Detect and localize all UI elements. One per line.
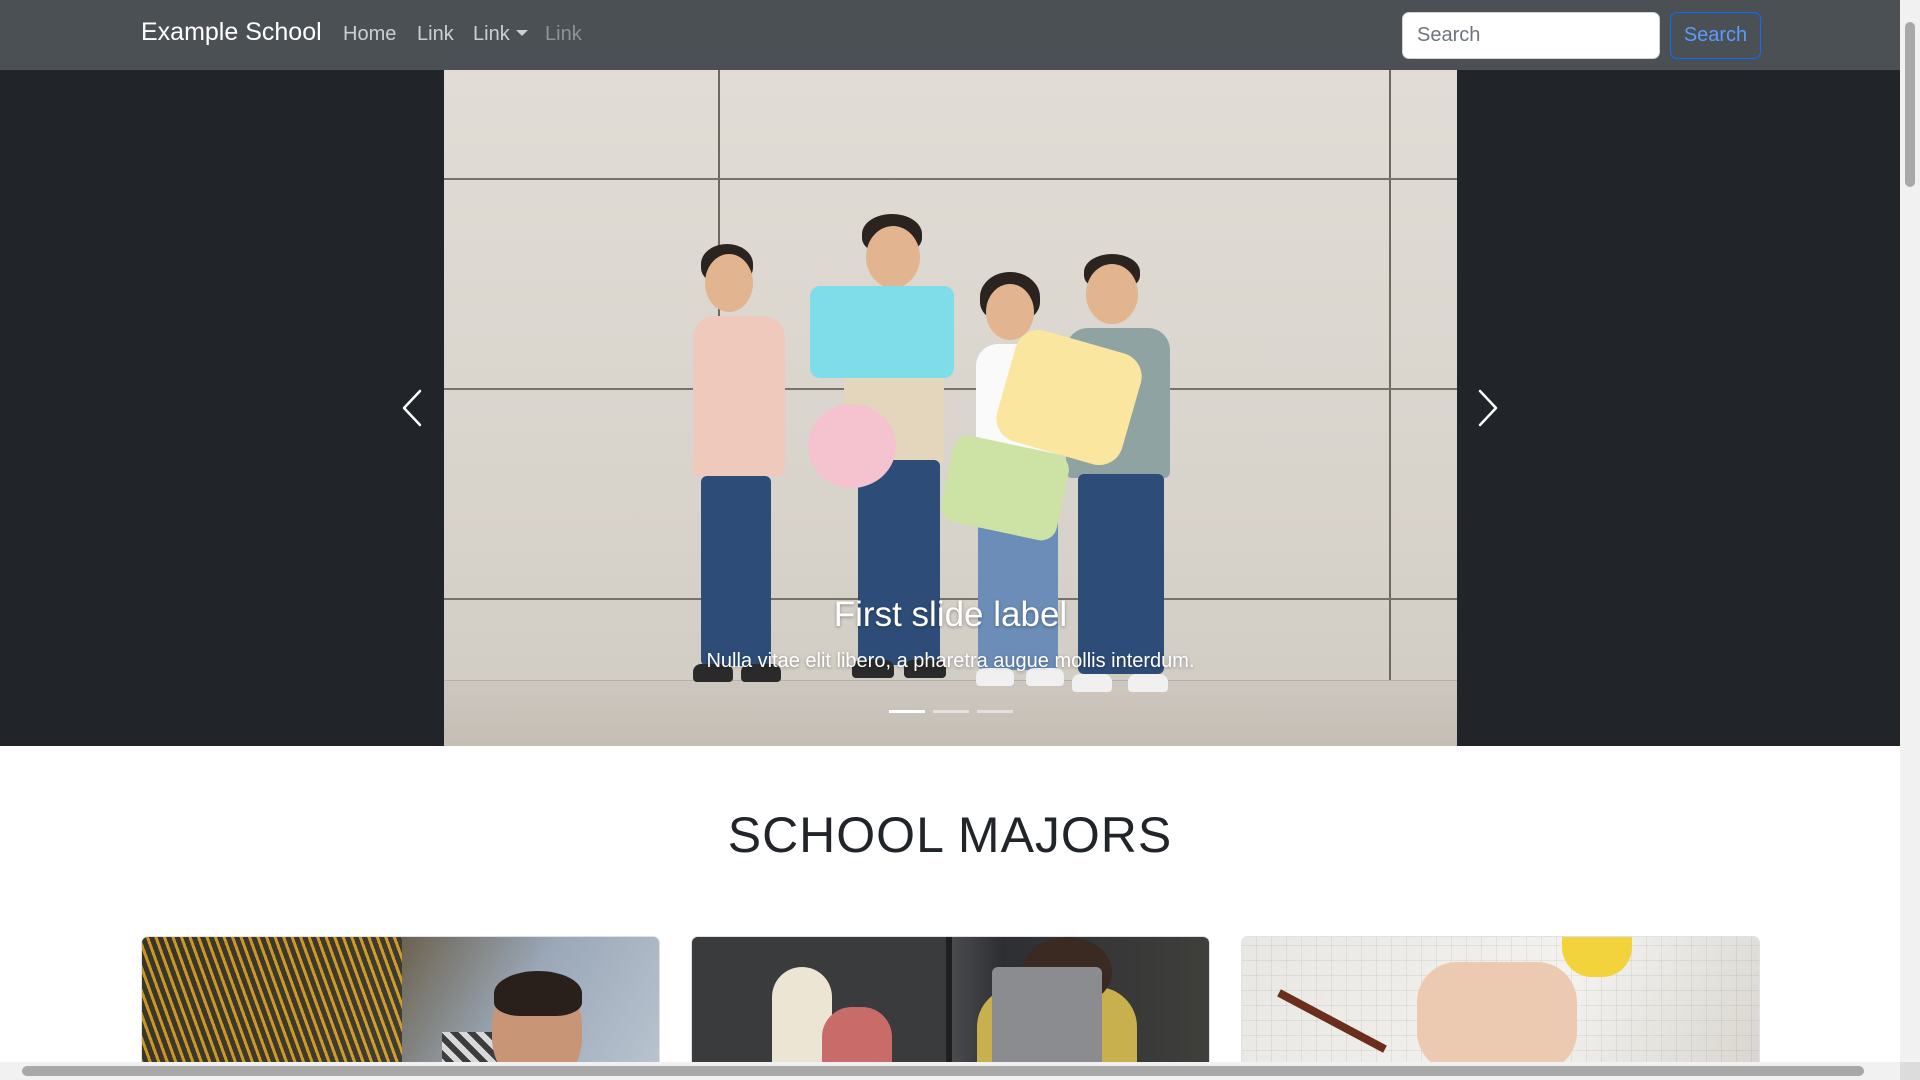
section-title: SCHOOL MAJORS <box>727 807 1173 863</box>
shirt <box>693 316 785 476</box>
carousel-indicators <box>444 710 1457 713</box>
cable-wires-image <box>142 937 402 1062</box>
wall-panel-line <box>1389 70 1391 680</box>
major-card-networking[interactable] <box>141 936 660 1062</box>
carousel-caption-text: Nulla vitae elit libero, a pharetra augu… <box>706 650 1195 672</box>
student-hair <box>494 971 582 1016</box>
wall-panel-line <box>444 388 1457 390</box>
carousel-prev-button[interactable] <box>352 70 472 746</box>
speech-bubble-pink <box>808 404 896 488</box>
wall-panel-line <box>444 178 1457 180</box>
head <box>1086 264 1138 324</box>
head <box>705 254 753 312</box>
major-card-design[interactable] <box>691 936 1210 1062</box>
brand-logo-text[interactable]: Example School <box>141 18 322 47</box>
carousel-indicator[interactable] <box>976 710 1013 713</box>
chevron-right-icon <box>1478 389 1498 427</box>
jeans <box>1078 474 1164 674</box>
vertical-scroll-thumb[interactable] <box>1905 22 1915 187</box>
caret-down-icon <box>515 30 528 36</box>
carousel-indicator[interactable] <box>888 710 925 713</box>
sneaker <box>1128 674 1168 692</box>
carousel-caption-title: First slide label <box>833 595 1068 634</box>
vertical-scrollbar[interactable] <box>1900 0 1920 1062</box>
sneaker <box>1072 674 1112 692</box>
horizontal-scrollbar[interactable] <box>0 1062 1900 1080</box>
wall-background <box>444 70 1457 746</box>
navbar: Example School Home Link Link Link Searc… <box>0 0 1900 70</box>
carousel-next-button[interactable] <box>1428 70 1548 746</box>
search-button[interactable]: Search <box>1670 12 1761 59</box>
carousel-indicator[interactable] <box>932 710 969 713</box>
carousel-slide-image: First slide label Nulla vitae elit liber… <box>444 70 1457 746</box>
hand <box>1417 962 1577 1062</box>
page-viewport: Example School Home Link Link Link Searc… <box>0 0 1900 1062</box>
hero-carousel: First slide label Nulla vitae elit liber… <box>0 70 1900 746</box>
speech-bubble-cyan <box>810 286 954 378</box>
head <box>866 226 920 288</box>
search-input[interactable] <box>1402 12 1660 59</box>
nav-link-disabled: Link <box>545 23 582 45</box>
chevron-left-icon <box>402 389 422 427</box>
scrollbar-corner <box>1900 1062 1920 1080</box>
jeans <box>701 476 771 666</box>
major-card-architecture[interactable] <box>1241 936 1760 1062</box>
nav-dropdown-link[interactable]: Link <box>473 23 528 46</box>
horizontal-scroll-thumb[interactable] <box>22 1066 1864 1076</box>
3d-shape <box>822 1007 892 1062</box>
nav-link-link[interactable]: Link <box>417 23 454 46</box>
nav-link-home[interactable]: Home <box>343 23 396 46</box>
laptop <box>992 967 1102 1062</box>
sidewalk <box>444 680 1457 746</box>
nav-dropdown-label: Link <box>473 23 510 45</box>
